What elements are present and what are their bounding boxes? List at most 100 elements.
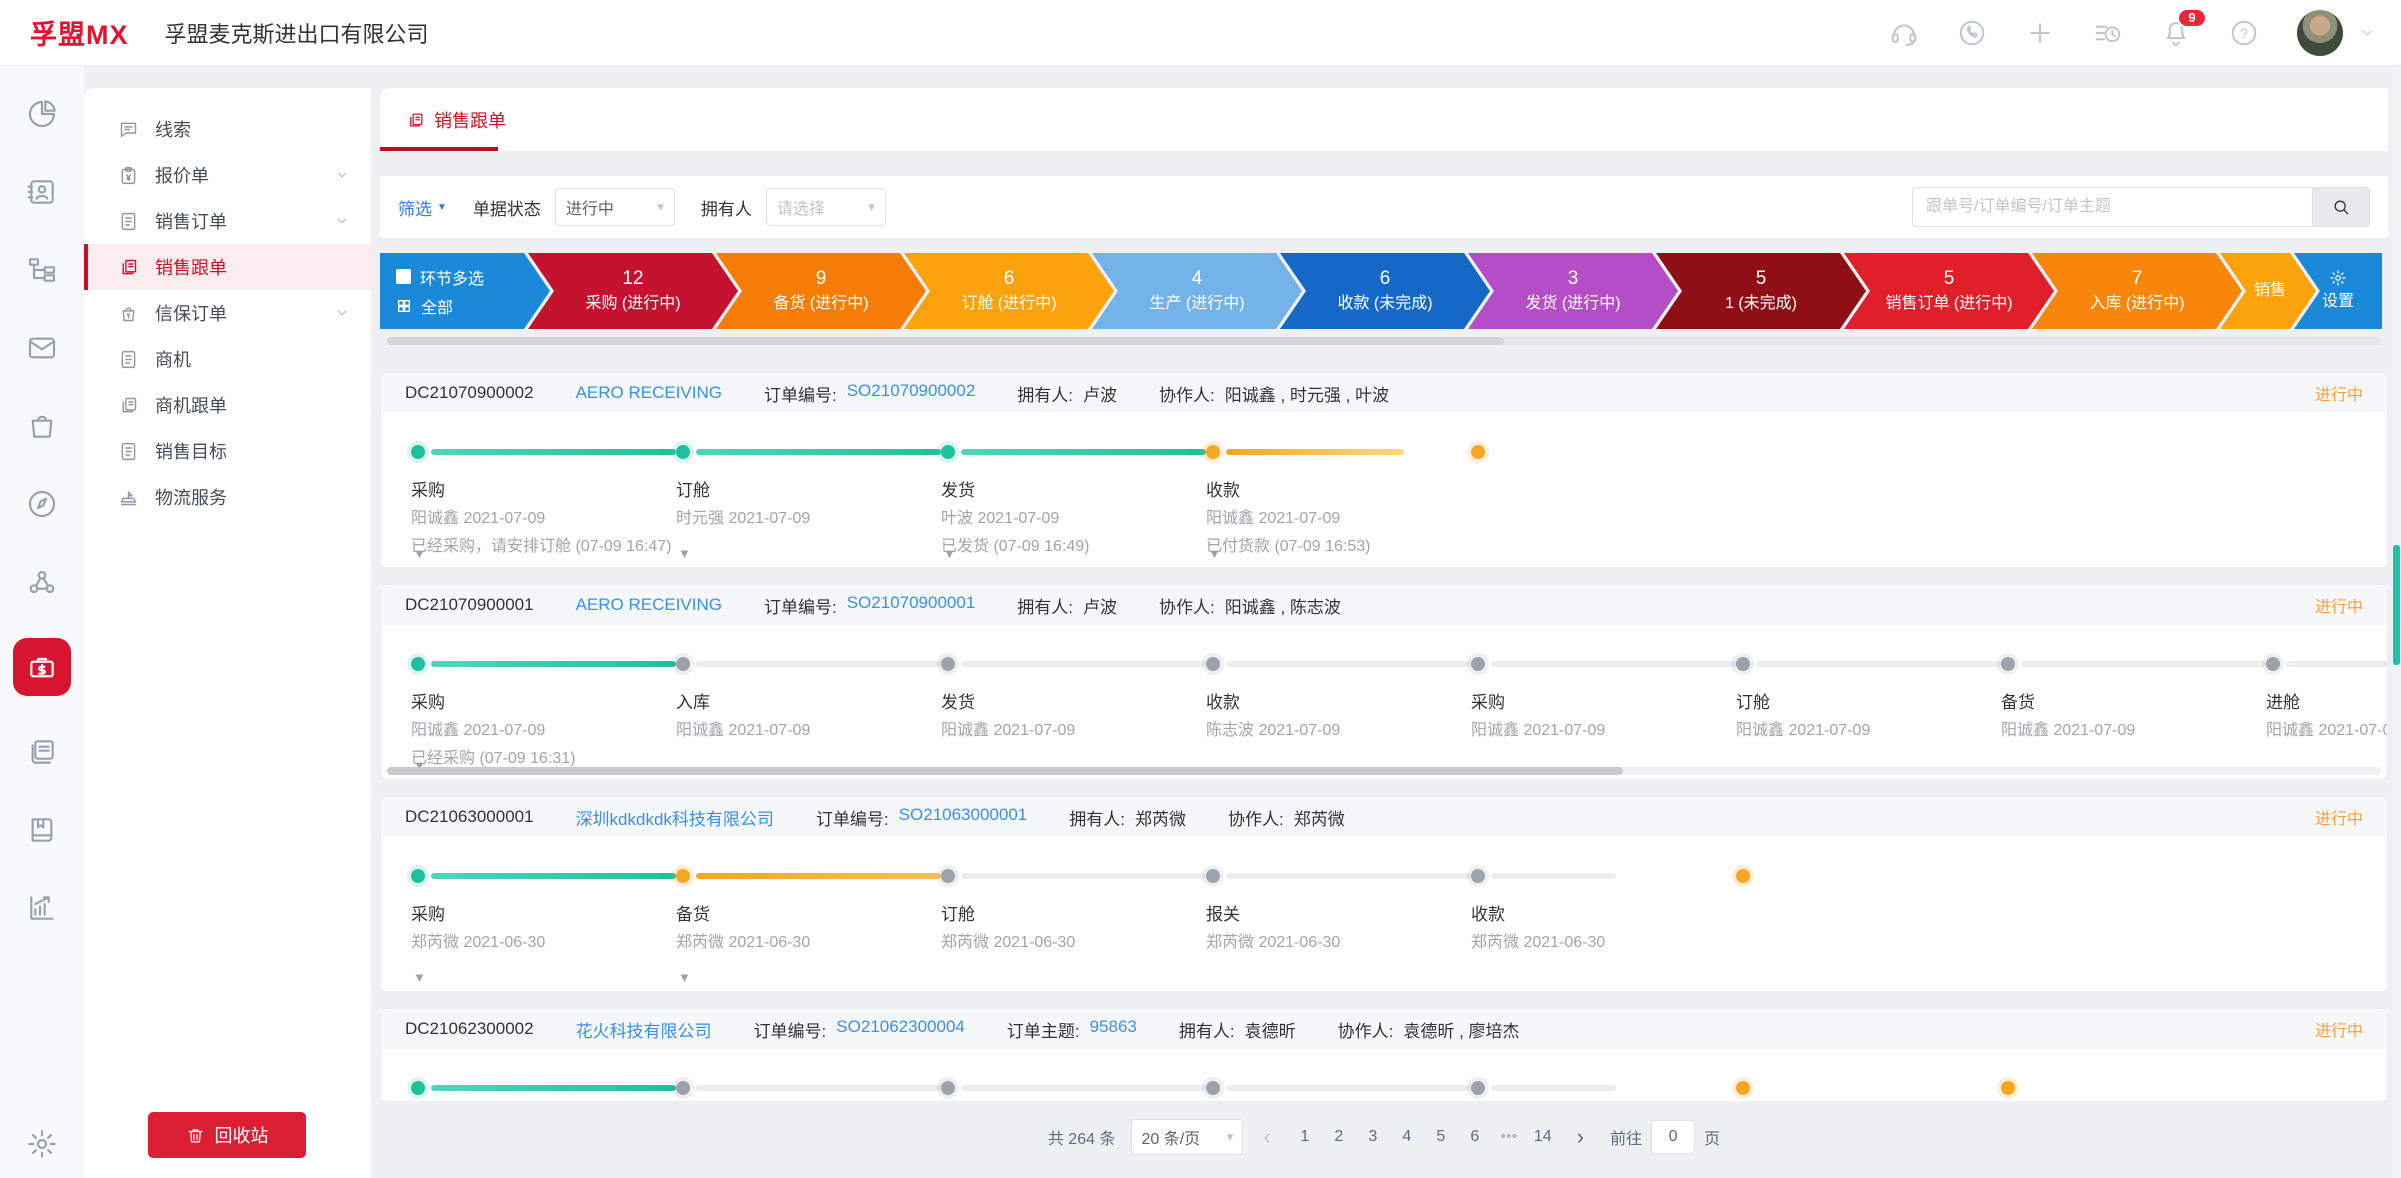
flow-stage[interactable]: 7 入库 (进行中) (2032, 253, 2242, 329)
page-number[interactable]: 3 (1359, 1121, 1387, 1153)
multi-select-row[interactable]: 环节多选 (396, 265, 484, 289)
search-input[interactable] (1912, 187, 2312, 227)
window-scrollbar-thumb[interactable] (2393, 545, 2400, 665)
flow-stage[interactable]: 5 销售订单 (进行中) (1844, 253, 2054, 329)
owner-select[interactable]: 请选择 ▾ (766, 188, 886, 226)
customer-link[interactable]: 深圳kdkdkdk科技有限公司 (576, 805, 774, 830)
order-no-link[interactable]: SO21063000001 (899, 805, 1028, 830)
node-stage-name: 备货 (2001, 691, 2266, 715)
node-expander-icon[interactable]: ▼ (943, 546, 956, 561)
tab-sales-tracking[interactable]: 销售跟单 (380, 88, 506, 152)
rail-item-org-chart[interactable] (13, 248, 71, 292)
sidebar-item-label: 销售订单 (155, 208, 227, 234)
goto-page-input[interactable] (1651, 1120, 1695, 1154)
owner-label: 拥有人: (1017, 593, 1073, 618)
node-expander-icon[interactable]: ▼ (1208, 546, 1221, 561)
rail-item-compass[interactable] (13, 482, 71, 526)
prev-page-button[interactable]: ‹ (1259, 1124, 1274, 1150)
account-menu-chevron-icon[interactable] (2359, 25, 2375, 41)
timeline-node-dot (941, 657, 955, 671)
node-expander-icon[interactable]: ▼ (678, 546, 691, 561)
gear-icon (2329, 269, 2347, 287)
timeline-scrollbar-thumb[interactable] (387, 767, 1623, 775)
support-headset-icon[interactable] (1889, 18, 1919, 48)
order-no-link[interactable]: SO21062300004 (836, 1017, 965, 1042)
rail-item-sales-briefcase[interactable] (13, 638, 71, 696)
grid-icon (396, 298, 412, 314)
collab-label: 协作人: (1159, 381, 1215, 406)
page-number[interactable]: 5 (1427, 1121, 1455, 1153)
next-page-button[interactable]: › (1573, 1124, 1588, 1150)
sidebar-item-5[interactable]: 商机 (84, 336, 371, 382)
flow-stage[interactable]: 5 1 (未完成) (1656, 253, 1866, 329)
menu-list: 线索 报价单 销售订单 销售跟单 信保订单 商机 商机跟单 销售目标 物流服务 (84, 106, 371, 520)
rail-item-mail[interactable] (13, 326, 71, 370)
flow-scrollbar[interactable] (387, 337, 2381, 345)
sidebar-item-4[interactable]: 信保订单 (84, 290, 371, 336)
sidebar-item-0[interactable]: 线索 (84, 106, 371, 152)
flow-stage[interactable]: 4 生产 (进行中) (1092, 253, 1302, 329)
page-number[interactable]: 14 (1529, 1121, 1557, 1153)
sidebar-item-8[interactable]: 物流服务 (84, 474, 371, 520)
rail-item-shopping-bag[interactable] (13, 404, 71, 448)
flow-scrollbar-thumb[interactable] (387, 337, 1504, 345)
order-subject-link[interactable]: 95863 (1090, 1017, 1137, 1042)
filter-label: 筛选 (398, 195, 432, 220)
node-expander-icon[interactable]: ▼ (678, 970, 691, 985)
timeline-scrollbar[interactable] (387, 767, 2381, 775)
phone-icon[interactable] (1957, 18, 1987, 48)
rail-settings[interactable] (0, 1128, 84, 1160)
filter-toggle[interactable]: 筛选 ▼ (398, 195, 447, 220)
page-size-select[interactable]: 20 条/页 ▾ (1131, 1119, 1243, 1155)
rail-item-documents[interactable] (13, 730, 71, 774)
status-badge: 进行中 (2315, 593, 2363, 617)
timeline-node-dot (1471, 657, 1485, 671)
create-new-icon[interactable] (2025, 18, 2055, 48)
user-avatar[interactable] (2297, 10, 2343, 56)
node-person-date: 郑芮微 2021-06-30 (1206, 931, 1471, 955)
owner-label: 拥有人: (1069, 805, 1125, 830)
rail-item-pie-chart[interactable] (13, 92, 71, 136)
customer-link[interactable]: 花火科技有限公司 (576, 1017, 712, 1042)
doc-status-select[interactable]: 进行中 ▾ (555, 188, 675, 226)
node-expander-icon[interactable]: ▼ (413, 970, 426, 985)
sidebar-item-6[interactable]: 商机跟单 (84, 382, 371, 428)
help-icon[interactable]: ? (2229, 18, 2259, 48)
flow-stage[interactable]: 3 发货 (进行中) (1468, 253, 1678, 329)
collab-label: 协作人: (1159, 593, 1215, 618)
sidebar-item-3[interactable]: 销售跟单 (84, 244, 371, 290)
all-stages-row[interactable]: 全部 (396, 294, 453, 318)
page-number[interactable]: 2 (1325, 1121, 1353, 1153)
notifications-bell[interactable]: 9 (2161, 18, 2191, 48)
sidebar-item-2[interactable]: 销售订单 (84, 198, 371, 244)
search-button[interactable] (2312, 187, 2370, 227)
sidebar-item-7[interactable]: 销售目标 (84, 428, 371, 474)
rail-item-book[interactable] (13, 808, 71, 852)
history-icon[interactable] (2093, 18, 2123, 48)
timeline-node-dot (676, 869, 690, 883)
sidebar-item-1[interactable]: 报价单 (84, 152, 371, 198)
order-no-link[interactable]: SO21070900001 (847, 593, 976, 618)
page-number[interactable]: 6 (1461, 1121, 1489, 1153)
customer-link[interactable]: AERO RECEIVING (576, 383, 722, 403)
window-scrollbar[interactable] (2392, 66, 2401, 1178)
rail-item-chart-growth[interactable] (13, 886, 71, 930)
flow-stage[interactable]: 9 备货 (进行中) (716, 253, 926, 329)
multi-select-checkbox[interactable] (396, 269, 411, 284)
flow-multi-select-block[interactable]: 环节多选 全部 (380, 253, 550, 329)
tracking-code: DC21070900001 (405, 595, 534, 615)
flow-stage[interactable]: 6 订舱 (进行中) (904, 253, 1114, 329)
timeline-node-dot (1736, 869, 1750, 883)
order-no-link[interactable]: SO21070900002 (847, 381, 976, 406)
rail-item-contacts[interactable] (13, 170, 71, 214)
node-expander-icon[interactable]: ▼ (413, 546, 426, 561)
page-number[interactable]: 4 (1393, 1121, 1421, 1153)
flow-stage[interactable]: 6 收款 (未完成) (1280, 253, 1490, 329)
page-number[interactable]: 1 (1291, 1121, 1319, 1153)
timeline-node-dot (1206, 869, 1220, 883)
rail-item-share-network[interactable] (13, 560, 71, 604)
customer-link[interactable]: AERO RECEIVING (576, 595, 722, 615)
timeline-node: 采购 郑芮微 2021-06-30 ▼ (411, 869, 676, 992)
flow-stage[interactable]: 12 采购 (进行中) (528, 253, 738, 329)
recycle-bin-button[interactable]: 回收站 (148, 1112, 306, 1158)
